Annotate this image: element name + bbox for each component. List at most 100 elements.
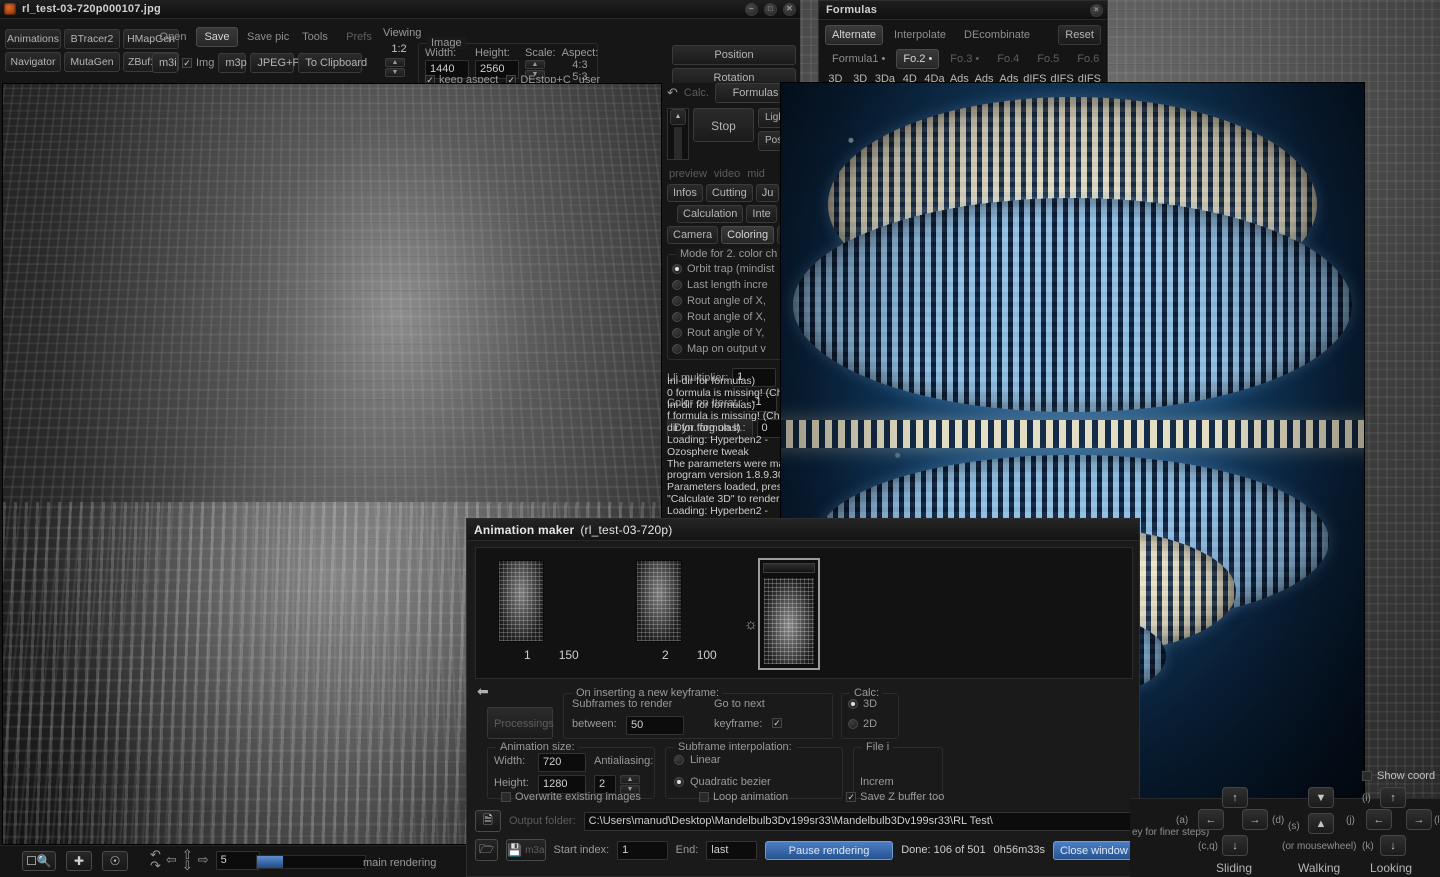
viewing-spinner[interactable]: ▲ ▼ (385, 58, 413, 77)
save-button[interactable]: Save (196, 27, 238, 47)
slide-right-nub[interactable]: → (1242, 809, 1268, 830)
overwrite-images-checkbox[interactable]: Overwrite existing images (501, 791, 641, 803)
tab-video[interactable]: video (714, 168, 740, 180)
color-mode-radio-4[interactable] (672, 328, 682, 338)
start-index-input[interactable]: 1 (617, 841, 667, 860)
new-file-icon[interactable]: 🗎 (475, 810, 501, 832)
back-arrow-icon[interactable]: ⬅ (477, 683, 489, 700)
aspect-option-4-3[interactable]: 4:3 (562, 59, 599, 71)
formula-tab-3[interactable]: Fo.3 • (943, 49, 986, 69)
keyframe-filmstrip[interactable]: 1 150 2 100 ☼ (475, 547, 1133, 679)
preview-camera-icon[interactable]: ☼ (744, 616, 758, 633)
calc-radio-3d[interactable] (848, 699, 858, 709)
interp-radio-linear[interactable] (674, 755, 684, 765)
animation-maker-titlebar[interactable]: Animation maker (rl_test-03-720p) (467, 519, 1139, 541)
panel-scroll-up[interactable]: ▲ (670, 109, 686, 125)
arrow-down-icon[interactable]: ⇩ (182, 860, 193, 871)
calc-button[interactable]: Calc. (684, 87, 709, 99)
color-mode-radio-1[interactable] (672, 280, 682, 290)
tab-infos[interactable]: Infos (667, 184, 703, 202)
slide-up-nub[interactable]: ↑ (1222, 787, 1248, 808)
end-input[interactable]: last (706, 841, 756, 860)
undo-icon[interactable]: ↶ (667, 85, 678, 101)
arrow-right-icon[interactable]: ⇨ (198, 852, 209, 868)
keyframe-frames[interactable]: 100 (697, 648, 717, 662)
decombinate-button[interactable]: DEcombinate (957, 25, 1037, 45)
formula-tab-6[interactable]: Fo.6 (1070, 49, 1106, 69)
interpolate-button[interactable]: Interpolate (887, 25, 953, 45)
between-input[interactable]: 50 (626, 716, 684, 735)
mutagen-button[interactable]: MutaGen (64, 52, 120, 72)
reset-button[interactable]: Reset (1058, 25, 1101, 45)
rotate-right-icon[interactable]: ↷ (150, 860, 161, 871)
close-icon[interactable]: ✕ (783, 3, 796, 16)
pause-rendering-button[interactable]: Pause rendering (765, 841, 893, 860)
minimize-icon[interactable]: – (745, 3, 758, 16)
save-m3a-button[interactable]: 💾 m3a (506, 839, 545, 861)
tab-coloring[interactable]: Coloring (721, 226, 774, 244)
open-button[interactable]: Open (152, 27, 194, 47)
keyframe-thumbnail[interactable] (636, 560, 682, 642)
m3p-button[interactable]: m3p (218, 53, 246, 73)
output-folder-input[interactable]: C:\Users\manud\Desktop\Mandelbulb3Dv199s… (584, 812, 1133, 831)
color-mode-radio-2[interactable] (672, 296, 682, 306)
zoom-icon[interactable]: ☐🔍 (22, 851, 56, 871)
keyframe-selected-slot[interactable] (758, 558, 820, 670)
formula-tab-5[interactable]: Fo.5 (1030, 49, 1066, 69)
crosshair-icon[interactable]: ✚ (66, 851, 92, 871)
processings-button[interactable]: Processings (487, 707, 553, 739)
save-pic-button[interactable]: Save pic (240, 27, 292, 47)
tab-calculation[interactable]: Calculation (677, 205, 743, 223)
walk-forward-nub[interactable]: ▲ (1308, 813, 1334, 834)
keyframe-frames[interactable]: 150 (559, 648, 579, 662)
navigator-button[interactable]: Navigator (5, 52, 61, 72)
color-mode-radio-5[interactable] (672, 344, 682, 354)
arrow-left-icon[interactable]: ⇦ (166, 852, 177, 868)
look-right-nub[interactable]: → (1406, 809, 1432, 830)
tab-julia[interactable]: Ju (756, 184, 780, 202)
panel-scrollbar[interactable] (674, 127, 682, 159)
antialiasing-spinner-up[interactable]: ▲ (620, 775, 640, 784)
look-down-nub[interactable]: ↓ (1380, 835, 1406, 856)
jpeg-p-button[interactable]: JPEG+P (250, 53, 294, 73)
close-window-button[interactable]: Close window (1053, 841, 1133, 860)
tab-mid[interactable]: mid (747, 168, 765, 180)
formula-tab-4[interactable]: Fo.4 (990, 49, 1026, 69)
open-folder-icon[interactable]: 🗁 (475, 839, 498, 861)
scale-spinner-up[interactable]: ▲ (525, 60, 545, 69)
save-zbuffer-checkbox[interactable]: ✓ Save Z buffer too (846, 791, 944, 803)
show-coord-checkbox[interactable] (1362, 771, 1372, 781)
step-input[interactable]: 5 (216, 851, 260, 870)
position-button[interactable]: Position (672, 45, 796, 65)
tab-cutting[interactable]: Cutting (706, 184, 753, 202)
tools-button[interactable]: Tools (294, 27, 336, 47)
anim-width-input[interactable]: 720 (538, 753, 586, 772)
rotate-icons[interactable]: ↶ ↷ (150, 849, 161, 871)
btracer2-button[interactable]: BTracer2 (64, 29, 120, 49)
calc-radio-2d[interactable] (848, 719, 858, 729)
formula-tab-2[interactable]: Fo.2 • (896, 49, 939, 69)
color-mode-radio-3[interactable] (672, 312, 682, 322)
slide-down-nub[interactable]: ↓ (1222, 835, 1248, 856)
show-coord-row[interactable]: Show coord (1362, 770, 1435, 782)
tab-preview[interactable]: preview (669, 168, 707, 180)
walk-backward-nub[interactable]: ▼ (1308, 787, 1334, 808)
loop-animation-checkbox[interactable]: Loop animation (699, 791, 788, 803)
m3i-button[interactable]: m3i (152, 53, 178, 73)
animations-button[interactable]: Animations (5, 29, 61, 49)
viewing-spinner-up[interactable]: ▲ (385, 58, 405, 67)
tab-interpolation[interactable]: Inte (746, 205, 776, 223)
viewing-spinner-down[interactable]: ▼ (385, 68, 405, 77)
main-window-titlebar[interactable]: rl_test-03-720p000107.jpg – □ ✕ (0, 0, 800, 19)
keyframe-thumbnail[interactable] (498, 560, 544, 642)
tab-camera[interactable]: Camera (667, 226, 718, 244)
formulas-titlebar[interactable]: Formulas × (819, 1, 1107, 20)
close-icon[interactable]: × (1090, 4, 1103, 17)
img-checkbox[interactable]: ✓ Img (182, 57, 214, 69)
look-left-nub[interactable]: ← (1366, 809, 1392, 830)
slide-left-nub[interactable]: ← (1198, 809, 1224, 830)
interp-radio-quadratic[interactable] (674, 777, 684, 787)
eyedropper-icon[interactable]: ☉ (102, 851, 128, 871)
prefs-button[interactable]: Prefs (338, 27, 380, 47)
stop-button[interactable]: Stop (693, 108, 754, 142)
